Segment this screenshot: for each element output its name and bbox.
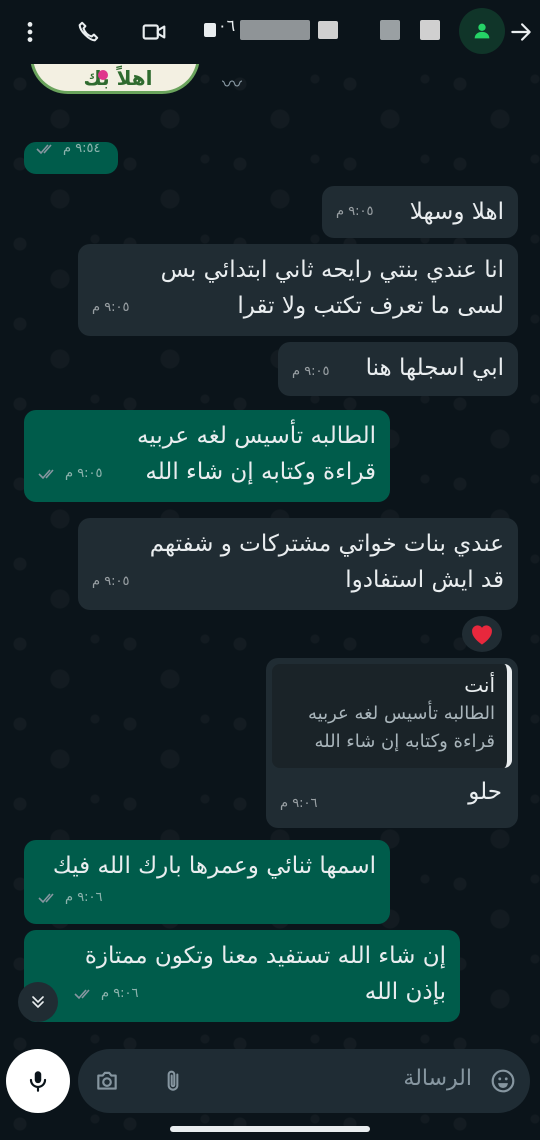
message-text: عندي بنات خواتي مشتركات و شفتهم قد ايش ا… xyxy=(149,531,504,593)
message-input[interactable]: الرسالة xyxy=(78,1049,530,1113)
scroll-down-button[interactable] xyxy=(18,982,58,1022)
double-chevron-down-icon xyxy=(32,996,44,1009)
message-time: ٩:٠٦ م xyxy=(101,986,139,1001)
quote-author: أنت xyxy=(464,673,495,697)
contact-name[interactable]: ۰٦ xyxy=(200,16,440,46)
message-time: ٩:٠٥ م xyxy=(92,574,130,589)
message-bubble-out[interactable]: إن شاء الله تستفيد معنا وتكون ممتازة بإذ… xyxy=(24,930,460,1022)
message-bubble-in[interactable]: ابي اسجلها هنا ٩:٠٥ م xyxy=(278,342,518,396)
chat-header: ۰٦ xyxy=(0,0,540,64)
mic-button[interactable] xyxy=(6,1049,70,1113)
message-time: ٩:٠٦ م xyxy=(65,890,103,905)
wave-icon: 〰 xyxy=(222,72,242,96)
person-icon xyxy=(474,23,490,39)
contact-name-fragment: ۰٦ xyxy=(218,16,236,35)
message-time: ٩:٠٥ م xyxy=(292,364,330,379)
emoji-icon[interactable] xyxy=(488,1066,518,1096)
paperclip-icon[interactable] xyxy=(158,1066,188,1096)
sticker-heart xyxy=(98,70,108,80)
home-indicator xyxy=(170,1126,370,1132)
phone-icon[interactable] xyxy=(70,14,106,50)
message-text: اسمها ثنائي وعمرها بارك الله فيك xyxy=(52,853,376,879)
message-bubble-in[interactable]: عندي بنات خواتي مشتركات و شفتهم قد ايش ا… xyxy=(78,518,518,610)
message-time: ٩:٠٥ م xyxy=(336,204,374,219)
message-bubble-in[interactable]: اهلا وسهلا ٩:٠٥ م xyxy=(322,186,518,238)
vertical-dots-icon[interactable] xyxy=(12,14,48,50)
sticker-text: اهلاً بك xyxy=(83,66,153,90)
message-time: ٩:٠٥ م xyxy=(65,466,103,481)
read-ticks-icon xyxy=(38,893,54,904)
message-bubble-in[interactable]: انا عندي بنتي رايحه ثاني ابتدائي بس لسى … xyxy=(78,244,518,336)
read-ticks-icon xyxy=(38,469,54,480)
reaction-badge[interactable] xyxy=(462,616,502,652)
message-bubble-in[interactable]: أنت الطالبه تأسيس لغه عربيه قراءة وكتابه… xyxy=(266,658,518,828)
quoted-message[interactable]: أنت الطالبه تأسيس لغه عربيه قراءة وكتابه… xyxy=(272,664,512,768)
arrow-right-icon[interactable] xyxy=(503,14,539,50)
message-time: ٩:٥٤ م xyxy=(63,141,101,156)
quote-text: قراءة وكتابه إن شاء الله xyxy=(314,731,495,752)
read-ticks-icon xyxy=(74,989,90,1000)
message-bubble-out[interactable]: الطالبه تأسيس لغه عربيه قراءة وكتابه إن … xyxy=(24,410,390,502)
microphone-icon xyxy=(29,1071,47,1092)
quote-text: الطالبه تأسيس لغه عربيه xyxy=(307,703,495,724)
message-time: ٩:٠٥ م xyxy=(92,300,130,315)
avatar[interactable] xyxy=(459,8,505,54)
message-time: ٩:٠٦ م xyxy=(280,796,318,811)
message-input-placeholder: الرسالة xyxy=(403,1066,472,1091)
chat-area[interactable]: اهلاً بك 〰 ٩:٥٤ م اهلا وسهلا ٩:٠٥ م انا … xyxy=(0,64,540,1140)
video-camera-icon[interactable] xyxy=(136,14,172,50)
message-bubble-out[interactable]: اسمها ثنائي وعمرها بارك الله فيك ٩:٠٦ م xyxy=(24,840,390,924)
heart-icon xyxy=(472,625,492,645)
message-text: انا عندي بنتي رايحه ثاني ابتدائي بس لسى … xyxy=(160,257,504,319)
camera-icon[interactable] xyxy=(92,1066,122,1096)
message-text: حلو xyxy=(468,779,502,805)
read-ticks-icon xyxy=(36,144,52,155)
message-bubble-out[interactable]: ٩:٥٤ م xyxy=(24,141,118,174)
